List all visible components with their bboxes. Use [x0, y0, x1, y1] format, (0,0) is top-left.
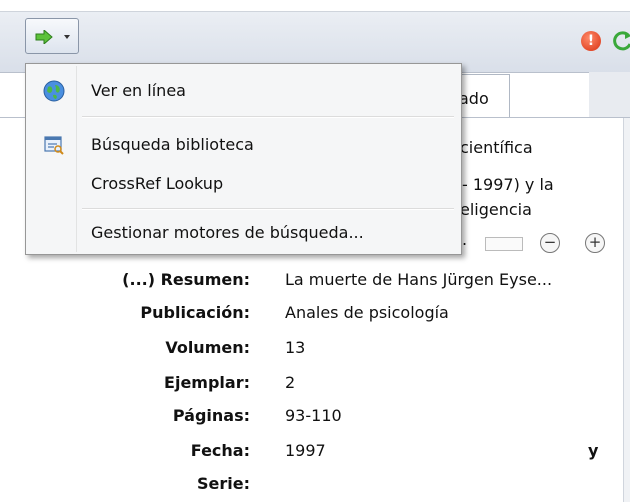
menu-item-crossref-lookup[interactable]: CrossRef Lookup — [26, 167, 461, 201]
field-row-issue: Ejemplar: 2 — [0, 373, 600, 403]
field-value[interactable]: 2 — [285, 373, 295, 392]
field-label: Ejemplar: — [164, 373, 250, 392]
menu-item-library-search[interactable]: Búsqueda biblioteca — [26, 128, 461, 162]
zoom-in-button[interactable]: + — [585, 233, 605, 253]
title-text-partial-4: . — [462, 230, 468, 249]
green-arrow-icon — [35, 28, 53, 48]
field-row-abstract: (...) Resumen: La muerte de Hans Jürgen … — [0, 270, 600, 300]
toolbar-top-border — [0, 0, 630, 12]
menu-separator — [82, 208, 454, 210]
title-text-partial-2: - 1997) y la — [462, 175, 554, 194]
field-label: Serie: — [197, 474, 250, 493]
field-row-series: Serie: — [0, 474, 600, 504]
title-text-partial-1: científica — [460, 138, 533, 157]
field-label: Fecha: — [190, 441, 250, 460]
menu-item-manage-engines[interactable]: Gestionar motores de búsqueda... — [26, 216, 461, 250]
menu-item-label: CrossRef Lookup — [91, 174, 224, 193]
globe-icon — [43, 80, 65, 102]
sync-icon[interactable] — [612, 30, 630, 52]
zoom-out-button[interactable]: − — [540, 233, 560, 253]
field-value[interactable]: 13 — [285, 338, 305, 357]
menu-item-view-online[interactable]: Ver en línea — [26, 74, 461, 108]
title-text-partial-3: eligencia — [460, 200, 532, 219]
chevron-down-icon — [64, 35, 70, 39]
alert-icon[interactable]: ! — [581, 31, 601, 51]
field-row-publication: Publicación: Anales de psicología — [0, 303, 600, 333]
menu-item-label: Ver en línea — [91, 81, 186, 100]
menu-item-label: Búsqueda biblioteca — [91, 135, 254, 154]
field-row-pages: Páginas: 93-110 — [0, 406, 600, 436]
field-value[interactable]: 93-110 — [285, 406, 342, 425]
field-value[interactable]: 1997 — [285, 441, 326, 460]
field-label: Volumen: — [165, 338, 250, 357]
scrollbar[interactable] — [623, 118, 630, 502]
tab-bar-end — [589, 72, 630, 118]
library-search-icon — [43, 134, 65, 156]
field-value[interactable]: Anales de psicología — [285, 303, 449, 322]
menu-item-label: Gestionar motores de búsqueda... — [91, 223, 364, 242]
locate-menu: Ver en línea Búsqueda biblioteca CrossRe… — [25, 63, 462, 255]
zoom-slider[interactable] — [485, 237, 523, 251]
field-row-date: Fecha: 1997 — [0, 441, 600, 471]
field-label: Páginas: — [172, 406, 250, 425]
menu-separator — [82, 116, 454, 118]
field-label: (...) Resumen: — [122, 270, 250, 289]
date-format-indicator: y — [588, 441, 599, 460]
field-value[interactable]: La muerte de Hans Jürgen Eyse... — [285, 270, 552, 289]
field-row-volume: Volumen: 13 — [0, 338, 600, 368]
field-label: Publicación: — [140, 303, 250, 322]
locate-dropdown-button[interactable] — [25, 18, 79, 54]
